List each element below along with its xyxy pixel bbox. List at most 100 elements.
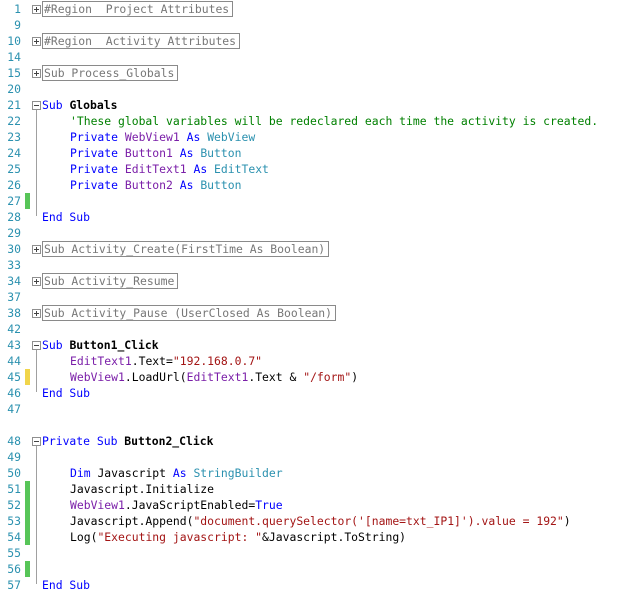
variable: WebView1 xyxy=(70,498,125,512)
code-line[interactable] xyxy=(0,417,623,433)
keyword: Private xyxy=(70,178,125,192)
code-line[interactable]: 24 Private Button1 As Button xyxy=(0,145,623,161)
code-line[interactable]: 22 'These global variables will be redec… xyxy=(0,113,623,129)
code-line[interactable]: 25 Private EditText1 As EditText xyxy=(0,161,623,177)
unsaved-line-marker xyxy=(25,369,30,385)
code-line[interactable]: 50 Dim Javascript As StringBuilder xyxy=(0,465,623,481)
code-line[interactable]: 33 xyxy=(0,257,623,273)
line-number: 24 xyxy=(7,146,21,160)
code-line[interactable]: 34 Sub Activity_Resume xyxy=(0,273,623,289)
collapse-icon[interactable] xyxy=(32,437,41,446)
line-number: 10 xyxy=(7,34,21,48)
variable: Javascript xyxy=(97,466,167,480)
line-number: 27 xyxy=(7,194,21,208)
keyword: End Sub xyxy=(42,210,91,224)
type-name: StringBuilder xyxy=(193,466,283,480)
keyword: Sub xyxy=(42,98,70,112)
changed-line-marker xyxy=(25,193,30,209)
code-line[interactable]: 38 Sub Activity_Pause (UserClosed As Boo… xyxy=(0,305,623,321)
type-name: Button xyxy=(200,146,242,160)
expand-icon[interactable] xyxy=(32,245,41,254)
line-number: 54 xyxy=(7,530,21,544)
code-line[interactable]: 53 Javascript.Append("document.querySele… xyxy=(0,513,623,529)
line-number: 46 xyxy=(7,386,21,400)
collapsed-region[interactable]: #Region Project Attributes xyxy=(42,1,234,17)
variable: WebView1 xyxy=(124,130,180,144)
keyword: As xyxy=(166,466,194,480)
code-line[interactable]: 52 WebView1.JavaScriptEnabled=True xyxy=(0,497,623,513)
line-number: 14 xyxy=(7,50,21,64)
code-line[interactable]: 37 xyxy=(0,289,623,305)
code-line[interactable]: 56 xyxy=(0,561,623,577)
code-line[interactable]: 15 Sub Process_Globals xyxy=(0,65,623,81)
expand-icon[interactable] xyxy=(32,5,41,14)
code-line[interactable]: 43 Sub Button1_Click xyxy=(0,337,623,353)
code-line[interactable]: 10 #Region Activity Attributes xyxy=(0,33,623,49)
code-line[interactable]: 45 WebView1.LoadUrl(EditText1.Text & "/f… xyxy=(0,369,623,385)
expand-icon[interactable] xyxy=(32,69,41,78)
code-line[interactable]: 1 #Region Project Attributes xyxy=(0,1,623,17)
code-line[interactable]: 55 xyxy=(0,545,623,561)
line-number: 28 xyxy=(7,210,21,224)
code-line[interactable]: 51 Javascript.Initialize xyxy=(0,481,623,497)
punctuation: ) xyxy=(563,514,571,528)
code-line[interactable]: 30 Sub Activity_Create(FirstTime As Bool… xyxy=(0,241,623,257)
code-editor[interactable]: 1 #Region Project Attributes 9 10 #Regio… xyxy=(0,0,623,597)
line-number: 55 xyxy=(7,546,21,560)
collapse-icon[interactable] xyxy=(32,101,41,110)
line-number: 37 xyxy=(7,290,21,304)
collapsed-sub[interactable]: Sub Activity_Pause (UserClosed As Boolea… xyxy=(42,305,337,321)
changed-line-marker xyxy=(25,561,30,577)
code-line[interactable]: 9 xyxy=(0,17,623,33)
code-line[interactable]: 44 EditText1.Text="192.168.0.7" xyxy=(0,353,623,369)
member: .JavaScriptEnabled= xyxy=(124,498,256,512)
collapsed-region[interactable]: #Region Activity Attributes xyxy=(42,33,241,49)
code-line[interactable]: 20 xyxy=(0,81,623,97)
line-number: 43 xyxy=(7,338,21,352)
punctuation: ) xyxy=(351,370,359,384)
changed-line-marker xyxy=(25,497,30,513)
code-line[interactable]: 28 End Sub xyxy=(0,209,623,225)
variable: EditText1 xyxy=(186,370,249,384)
code-line[interactable]: 14 xyxy=(0,49,623,65)
code-line[interactable]: 54 Log("Executing javascript: "&Javascri… xyxy=(0,529,623,545)
line-number: 48 xyxy=(7,434,21,448)
changed-line-marker xyxy=(25,529,30,545)
changed-line-marker xyxy=(25,481,30,497)
changed-line-marker xyxy=(25,513,30,529)
keyword: End Sub xyxy=(42,578,91,592)
string-literal: "/form" xyxy=(303,370,352,384)
code-line[interactable]: 46 End Sub xyxy=(0,385,623,401)
code-line[interactable]: 47 xyxy=(0,401,623,417)
code-line[interactable]: 49 xyxy=(0,449,623,465)
code-line[interactable]: 23 Private WebView1 As WebView xyxy=(0,129,623,145)
collapsed-sub[interactable]: Sub Activity_Create(FirstTime As Boolean… xyxy=(42,241,330,257)
code-line[interactable]: 21 Sub Globals xyxy=(0,97,623,113)
code-line[interactable]: 26 Private Button2 As Button xyxy=(0,177,623,193)
line-number: 38 xyxy=(7,306,21,320)
code-line[interactable]: 29 xyxy=(0,225,623,241)
code-line[interactable]: 48 Private Sub Button2_Click xyxy=(0,433,623,449)
string-literal: "document.querySelector('[name=txt_IP1]'… xyxy=(193,514,564,528)
line-number: 1 xyxy=(14,2,21,16)
keyword: True xyxy=(255,498,283,512)
string-literal: "192.168.0.7" xyxy=(172,354,263,368)
collapsed-sub[interactable]: Sub Process_Globals xyxy=(42,65,179,81)
code-line[interactable]: 42 xyxy=(0,321,623,337)
code-line[interactable]: 27 xyxy=(0,193,623,209)
keyword: Private xyxy=(70,130,125,144)
expand-icon[interactable] xyxy=(32,309,41,318)
variable: EditText1 xyxy=(70,354,132,368)
line-number: 34 xyxy=(7,274,21,288)
expand-icon[interactable] xyxy=(32,37,41,46)
code-line[interactable]: 57 End Sub xyxy=(0,577,623,593)
expand-icon[interactable] xyxy=(32,277,41,286)
collapsed-sub[interactable]: Sub Activity_Resume xyxy=(42,273,179,289)
line-number: 15 xyxy=(7,66,21,80)
collapse-icon[interactable] xyxy=(32,341,41,350)
line-number: 30 xyxy=(7,242,21,256)
sub-name: Button1_Click xyxy=(69,338,159,352)
type-name: WebView xyxy=(207,130,256,144)
line-number: 52 xyxy=(7,498,21,512)
line-number: 50 xyxy=(7,466,21,480)
